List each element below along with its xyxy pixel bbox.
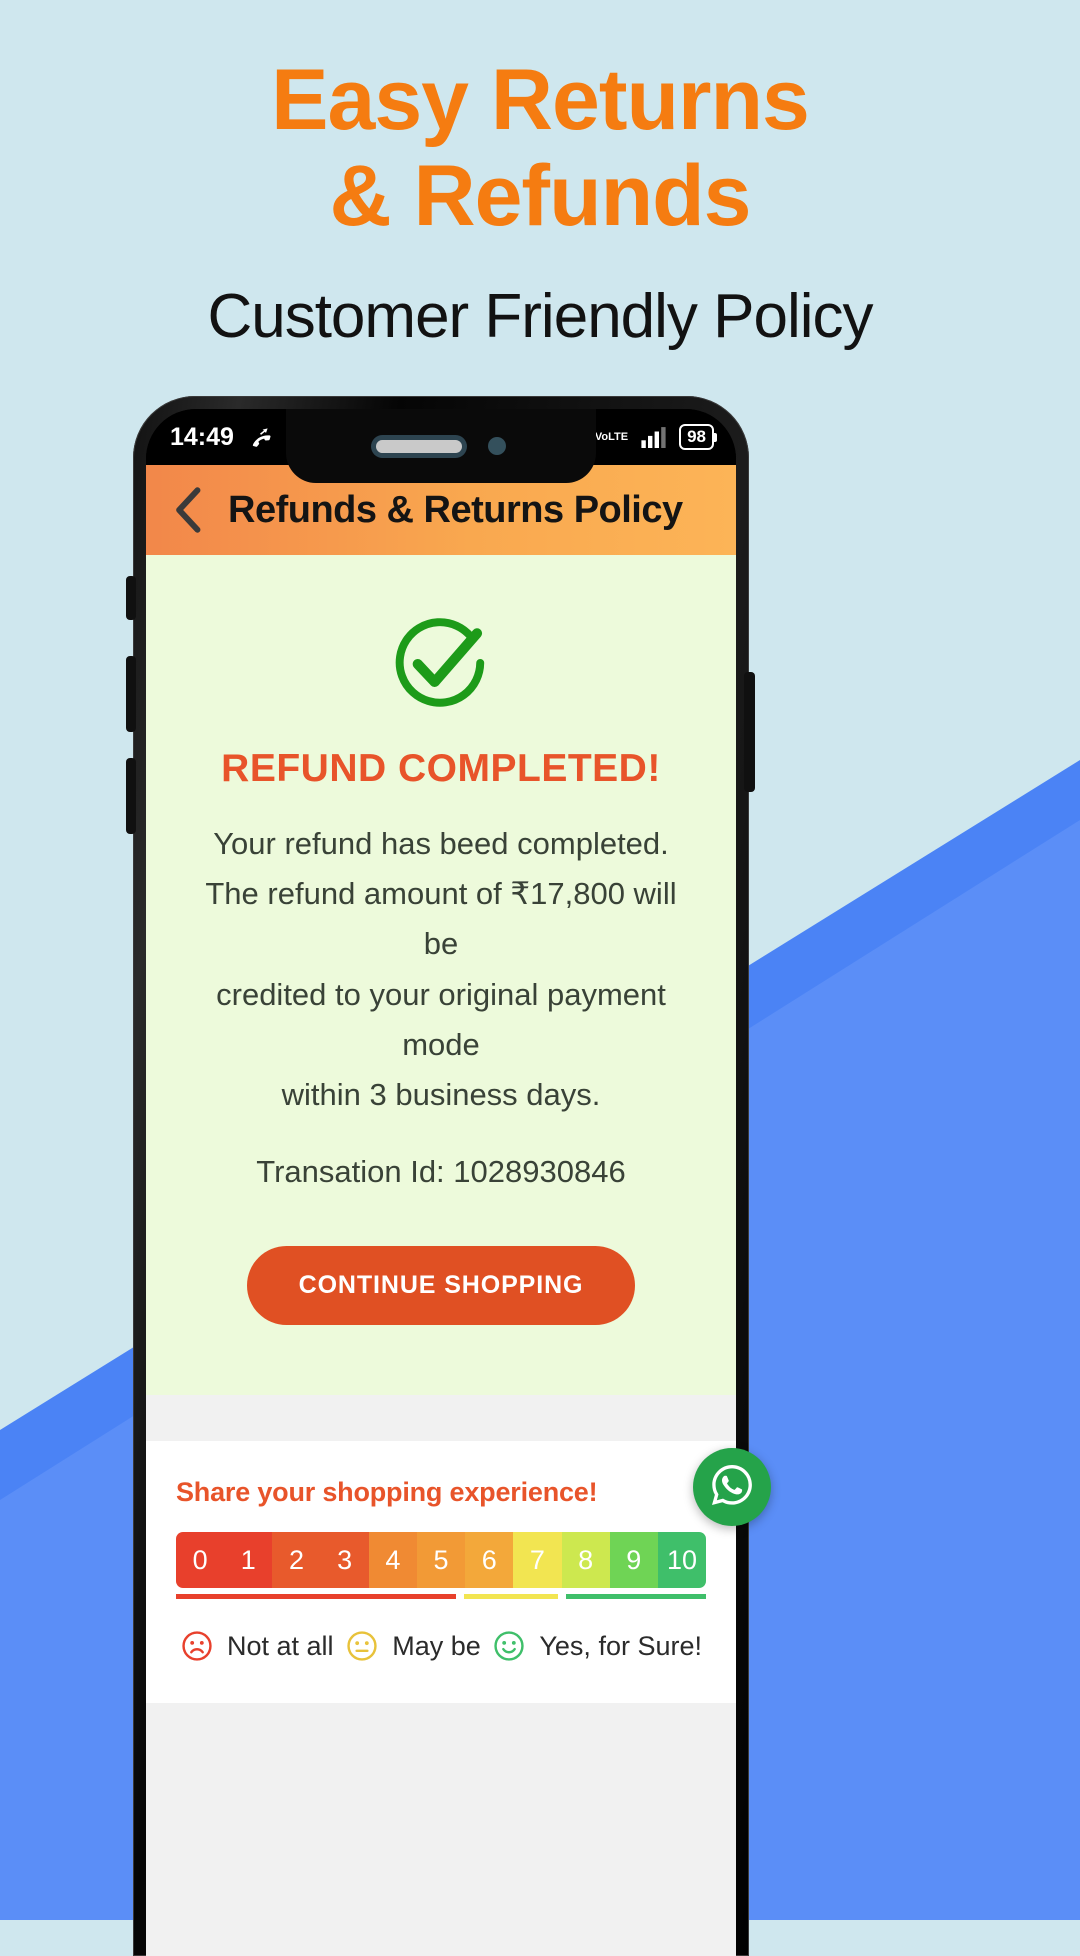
phone-mute-switch (126, 576, 136, 620)
nps-cell-9[interactable]: 9 (609, 1532, 658, 1589)
phone-power-button (744, 672, 755, 792)
nps-underline-segment-1 (464, 1594, 558, 1600)
phone-notch (286, 409, 596, 483)
nps-rating-scale[interactable]: 0 1 2 3 4 5 6 7 8 9 10 (176, 1532, 707, 1589)
refund-description-line-4: within 3 business days. (281, 1077, 601, 1113)
phone-volume-up-button (126, 656, 136, 732)
back-chevron-icon[interactable] (172, 486, 206, 534)
promo-banner: Easy Returns & Refunds Customer Friendly… (0, 0, 1080, 352)
nps-cell-6[interactable]: 6 (465, 1532, 514, 1589)
nps-cell-1[interactable]: 1 (224, 1532, 273, 1589)
promo-subtitle: Customer Friendly Policy (207, 281, 873, 351)
nps-label-high: Yes, for Sure! (492, 1629, 702, 1663)
section-divider (146, 1395, 736, 1442)
nps-cell-2[interactable]: 2 (272, 1532, 321, 1589)
promo-headline-line-1: Easy Returns (271, 52, 810, 148)
nps-cell-0[interactable]: 0 (176, 1532, 225, 1589)
nps-cell-8[interactable]: 8 (561, 1532, 610, 1589)
share-experience-title: Share your shopping experience! (176, 1477, 598, 1508)
nps-label-mid-text: May be (392, 1630, 481, 1661)
happy-face-icon (492, 1629, 526, 1663)
sad-face-icon (180, 1629, 214, 1663)
signal-bars-icon (641, 426, 666, 448)
nps-underline-segment-2 (565, 1594, 706, 1600)
nps-cell-7[interactable]: 7 (513, 1532, 562, 1589)
refund-status-card: REFUND COMPLETED! Your refund has beed c… (146, 555, 736, 1396)
screen-content: REFUND COMPLETED! Your refund has beed c… (146, 555, 736, 1956)
nps-cell-3[interactable]: 3 (320, 1532, 369, 1589)
missed-call-icon (248, 424, 274, 450)
page-title: Refunds & Returns Policy (228, 488, 683, 531)
refund-status-title: REFUND COMPLETED! (221, 747, 661, 790)
volte-icon: Vo LTE (594, 431, 629, 443)
phone-mockup: 14:49 Vo LTE 98 Refunds & Returns Policy… (133, 396, 771, 1956)
nps-label-high-text: Yes, for Sure! (539, 1630, 702, 1661)
refund-description-line-3: credited to your original payment mode (216, 976, 666, 1062)
nps-underline-segment-0 (176, 1594, 457, 1600)
nps-underline (176, 1594, 706, 1600)
screen-bottom-area (146, 1703, 736, 1956)
nps-label-low-text: Not at all (227, 1630, 334, 1661)
battery-indicator: 98 (679, 424, 717, 450)
phone-bezel: 14:49 Vo LTE 98 Refunds & Returns Policy… (133, 396, 749, 1956)
volte-line-2: LTE (608, 431, 629, 443)
status-bar-left: 14:49 (170, 423, 274, 452)
nps-cell-5[interactable]: 5 (416, 1532, 466, 1589)
status-bar-clock: 14:49 (170, 422, 234, 451)
volte-line-1: Vo (594, 431, 609, 443)
continue-shopping-button[interactable]: CONTINUE SHOPPING (246, 1246, 636, 1326)
whatsapp-icon (708, 1461, 756, 1514)
promo-headline-line-2: & Refunds (329, 148, 752, 245)
transaction-id: Transation Id: 1028930846 (256, 1154, 626, 1190)
share-experience-card: Share your shopping experience! 01234567… (146, 1441, 736, 1704)
nps-scale-labels: Not at all May be Yes, for Sure! (176, 1629, 706, 1663)
nps-cell-10[interactable]: 10 (657, 1532, 707, 1589)
green-check-circle-icon (176, 611, 706, 717)
nps-cell-4[interactable]: 4 (368, 1532, 417, 1589)
nps-label-mid: May be (345, 1629, 481, 1663)
earpiece-speaker (376, 439, 462, 453)
phone-volume-down-button (126, 758, 136, 834)
refund-description-line-1: Your refund has beed completed. (213, 826, 669, 861)
nps-label-low: Not at all (180, 1629, 334, 1663)
refund-description-line-2: The refund amount of ₹17,800 will be (205, 876, 677, 962)
whatsapp-fab-button[interactable] (693, 1448, 771, 1526)
phone-screen: 14:49 Vo LTE 98 Refunds & Returns Policy… (146, 409, 736, 1956)
neutral-face-icon (345, 1629, 379, 1663)
refund-description: Your refund has beed completed. The refu… (176, 819, 706, 1120)
front-camera (488, 437, 506, 455)
